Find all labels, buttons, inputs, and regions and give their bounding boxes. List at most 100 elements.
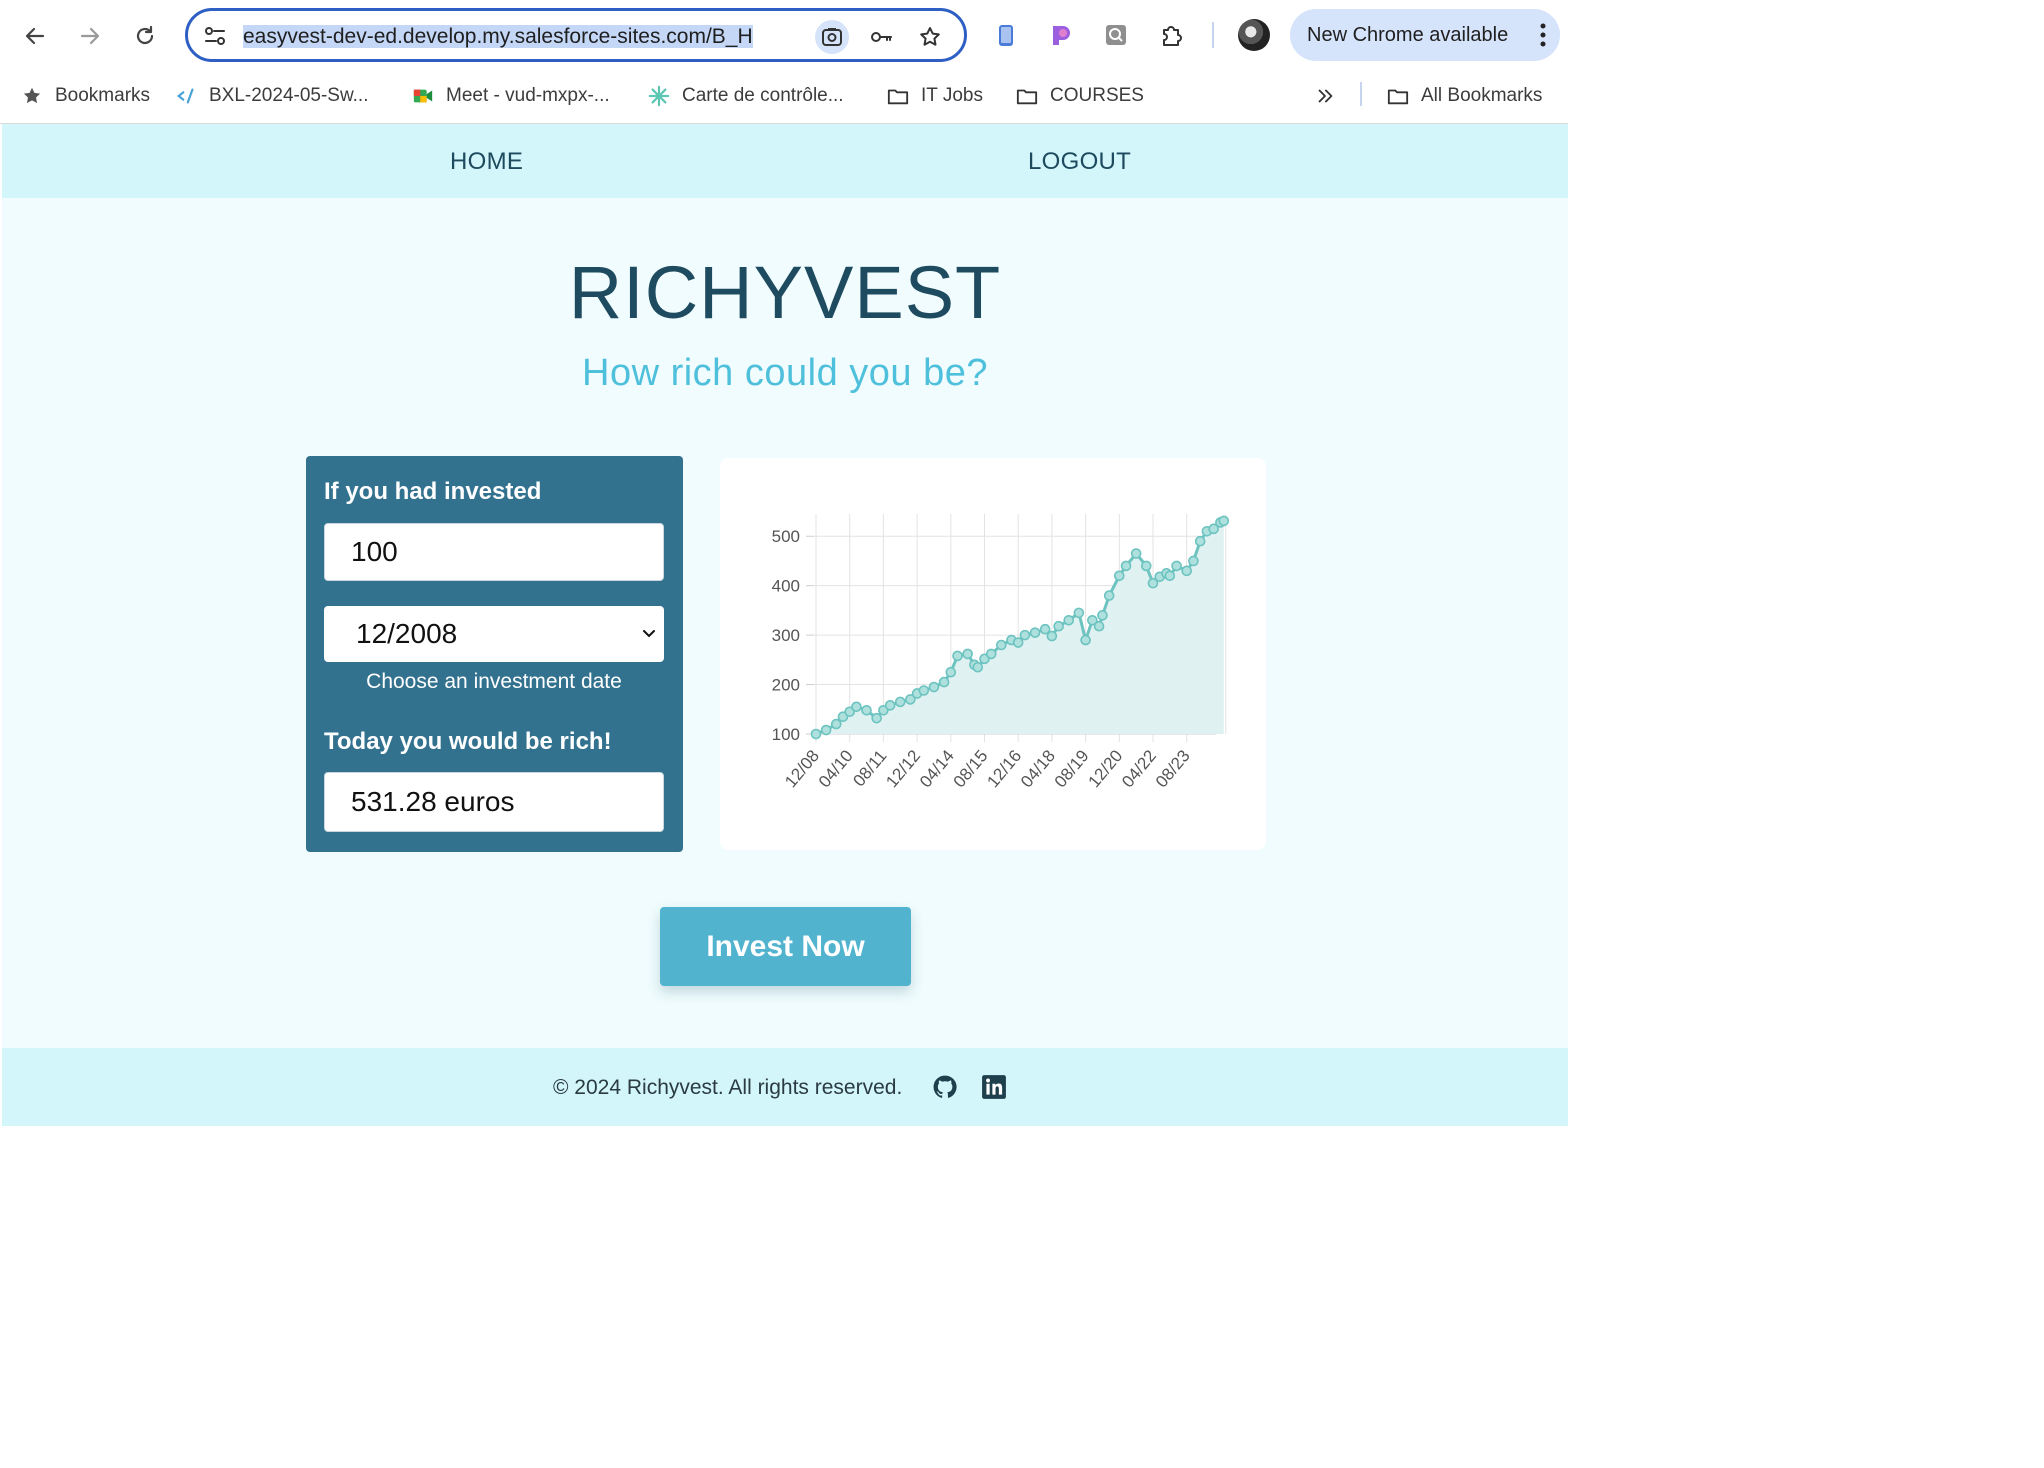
puzzle-icon xyxy=(1163,26,1182,46)
folder-icon xyxy=(887,89,909,105)
github-link[interactable] xyxy=(932,1074,958,1100)
result-output: 531.28 euros xyxy=(324,772,664,832)
data-point xyxy=(1097,610,1108,621)
data-point xyxy=(985,648,997,660)
data-point xyxy=(1120,560,1132,572)
bookmark-it-jobs[interactable]: IT Jobs xyxy=(887,80,983,112)
bookmarks-bar: Bookmarks BXL-2024-05-Sw... Meet - vud-m… xyxy=(0,70,1568,124)
bookmark-bxl[interactable]: BXL-2024-05-Sw... xyxy=(175,80,368,112)
data-point xyxy=(1181,565,1193,577)
extension-search[interactable] xyxy=(1101,20,1131,50)
data-point xyxy=(1113,570,1125,582)
update-label: New Chrome available xyxy=(1307,23,1509,46)
y-tick-label: 200 xyxy=(772,676,800,695)
data-point xyxy=(938,676,950,688)
back-button[interactable] xyxy=(15,16,55,56)
brand-title: RICHYVEST xyxy=(568,251,1002,334)
x-tick-label: 04/18 xyxy=(1017,746,1059,791)
site-settings-icon[interactable] xyxy=(202,23,228,49)
invested-label: If you had invested xyxy=(324,478,542,505)
investment-date-select[interactable]: 12/2008 xyxy=(324,606,664,662)
password-manager-button[interactable] xyxy=(864,20,898,54)
date-help-text: Choose an investment date xyxy=(366,670,622,693)
bookmark-carte[interactable]: Carte de contrôle... xyxy=(648,80,844,112)
bookmark-label: COURSES xyxy=(1050,85,1144,106)
invest-now-button[interactable]: Invest Now xyxy=(660,907,911,986)
x-tick-label: 04/14 xyxy=(916,746,958,791)
data-point xyxy=(1063,614,1075,626)
phone-extension-icon xyxy=(999,25,1013,46)
data-point xyxy=(1140,560,1152,572)
linkedin-link[interactable] xyxy=(981,1074,1007,1100)
amount-input[interactable]: 100 xyxy=(324,523,664,581)
data-point xyxy=(1012,637,1024,648)
x-tick-label: 08/19 xyxy=(1051,746,1093,791)
screenshot-search-icon xyxy=(822,28,842,46)
y-tick-label: 400 xyxy=(772,577,800,596)
x-tick-label: 04/10 xyxy=(815,746,857,791)
x-tick-label: 12/16 xyxy=(983,746,1025,791)
star-outline-icon xyxy=(920,27,940,46)
site-nav: HOME LOGOUT xyxy=(2,124,1568,198)
y-tick-label: 300 xyxy=(772,626,800,645)
data-point xyxy=(1046,630,1058,642)
address-bar[interactable]: easyvest-dev-ed.develop.my.salesforce-si… xyxy=(185,8,967,62)
star-icon xyxy=(23,87,41,104)
chevron-double-right-icon xyxy=(1318,89,1333,103)
result-label: Today you would be rich! xyxy=(324,728,612,755)
data-point xyxy=(1029,627,1041,638)
bookmark-label: BXL-2024-05-Sw... xyxy=(209,85,369,106)
bookmark-bookmarks[interactable]: Bookmarks xyxy=(21,80,150,112)
data-point xyxy=(996,639,1007,651)
data-point xyxy=(918,685,930,696)
bookmark-meet[interactable]: Meet - vud-mxpx-... xyxy=(412,80,610,112)
y-tick-label: 100 xyxy=(772,725,800,744)
bookmark-courses[interactable]: COURSES xyxy=(1016,80,1144,112)
forward-arrow-icon xyxy=(80,27,100,45)
bookmark-label: All Bookmarks xyxy=(1421,85,1543,106)
forward-button[interactable] xyxy=(70,16,110,56)
nav-logout-link[interactable]: LOGOUT xyxy=(1028,148,1131,176)
data-point xyxy=(1073,607,1085,619)
profile-avatar[interactable] xyxy=(1238,19,1270,51)
x-tick-label: 08/11 xyxy=(849,746,890,790)
bookmark-label: Meet - vud-mxpx-... xyxy=(446,85,610,106)
code-icon xyxy=(176,88,194,104)
extensions-button[interactable] xyxy=(1157,20,1187,50)
data-point xyxy=(972,661,984,673)
reload-button[interactable] xyxy=(125,16,165,56)
chrome-update-button[interactable]: New Chrome available xyxy=(1290,9,1560,61)
data-point xyxy=(962,648,973,660)
data-point xyxy=(820,724,832,736)
reload-icon xyxy=(136,25,154,45)
growth-chart: 100 200 300 400 500 12/0804/1008/1112/1204/14… xyxy=(772,514,1230,791)
x-tick-label: 08/23 xyxy=(1152,746,1194,791)
data-point xyxy=(830,718,842,730)
x-tick-label: 04/22 xyxy=(1118,746,1160,791)
data-point xyxy=(871,712,882,724)
bookmarks-divider xyxy=(1360,82,1362,106)
browser-toolbar: easyvest-dev-ed.develop.my.salesforce-si… xyxy=(0,0,1568,70)
snowflake-icon xyxy=(648,85,670,107)
url-text[interactable]: easyvest-dev-ed.develop.my.salesforce-si… xyxy=(243,23,805,51)
all-bookmarks-button[interactable]: All Bookmarks xyxy=(1387,80,1542,112)
bookmark-label: Bookmarks xyxy=(55,85,151,106)
data-point xyxy=(1188,555,1199,567)
data-point xyxy=(1080,634,1091,646)
bookmark-star-button[interactable] xyxy=(913,20,947,54)
extension-purple[interactable] xyxy=(1046,20,1076,50)
more-menu-icon[interactable] xyxy=(1540,23,1546,47)
folder-icon xyxy=(1387,89,1409,105)
data-point xyxy=(810,728,822,740)
extension-phone[interactable] xyxy=(991,20,1021,50)
lens-button[interactable] xyxy=(815,20,849,54)
data-point xyxy=(1019,629,1031,641)
folder-icon xyxy=(1016,89,1038,105)
data-point xyxy=(1171,560,1182,572)
data-point xyxy=(945,666,957,678)
bookmark-label: Carte de contrôle... xyxy=(682,85,844,106)
more-bookmarks-button[interactable] xyxy=(1314,80,1348,112)
nav-home-link[interactable]: HOME xyxy=(450,148,523,176)
data-point xyxy=(1218,515,1230,527)
data-point xyxy=(861,704,872,716)
